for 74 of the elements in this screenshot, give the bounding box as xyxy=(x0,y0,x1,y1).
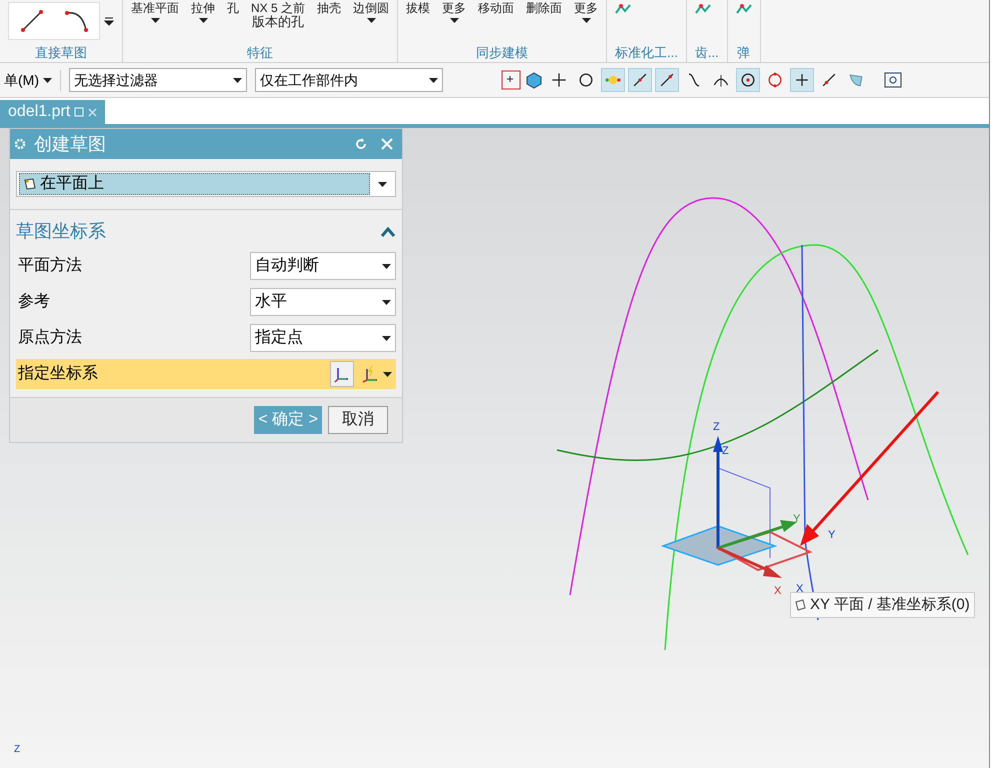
ribbon-button[interactable]: NX 5 之前 版本的孔 xyxy=(251,2,306,29)
dialog-title: 创建草图 xyxy=(34,132,107,156)
option-dropdown[interactable]: 自动判断 xyxy=(250,252,396,280)
view-icon[interactable] xyxy=(883,70,903,90)
axis-label: Y xyxy=(828,529,836,541)
overflow-menu-icon[interactable] xyxy=(104,16,114,26)
caret-icon xyxy=(429,78,438,82)
caret-icon xyxy=(382,300,391,304)
box-icon[interactable] xyxy=(524,70,544,90)
reset-icon[interactable] xyxy=(354,137,368,151)
axis-label: Y xyxy=(793,513,800,525)
plane-icon xyxy=(795,599,806,611)
type-dropdown[interactable]: 在平面上 xyxy=(16,171,396,197)
ribbon-button[interactable]: 删除面 xyxy=(526,2,562,15)
chevron-icon xyxy=(380,226,396,236)
ribbon-button[interactable]: 更多 xyxy=(442,2,466,23)
snap-button[interactable] xyxy=(790,68,814,92)
caret-icon xyxy=(150,18,160,23)
ribbon-button[interactable]: 边倒圆 xyxy=(353,2,390,23)
scope-dropdown[interactable]: 仅在工作部件内 xyxy=(255,68,443,92)
snap-button[interactable] xyxy=(736,68,760,92)
triad-label: Z xyxy=(14,744,20,755)
axes-icon xyxy=(333,365,351,383)
ribbon-group-label: 直接草图 xyxy=(34,45,88,61)
option-label: 平面方法 xyxy=(17,256,83,276)
section-header[interactable]: 草图坐标系 xyxy=(16,218,396,245)
ribbon-group-label: 齿... xyxy=(694,45,719,61)
caret-icon xyxy=(233,78,242,82)
axis-label: X xyxy=(774,585,782,597)
document-icon xyxy=(74,107,84,117)
ribbon-button[interactable]: 拉伸 xyxy=(191,2,215,23)
caret-icon xyxy=(43,78,52,82)
gear-icon xyxy=(14,138,26,150)
caret-icon xyxy=(366,18,376,23)
ribbon-group-label: 标准化工... xyxy=(615,45,678,61)
caret-icon xyxy=(378,182,387,186)
caret-icon xyxy=(582,18,591,23)
csys-dialog-button[interactable] xyxy=(330,361,354,387)
ribbon-button[interactable]: 抽壳 xyxy=(317,2,342,15)
arc-tool-icon[interactable] xyxy=(64,8,90,34)
ribbon-tool-icon[interactable] xyxy=(615,3,632,15)
option-label: 参考 xyxy=(17,292,51,312)
option-dropdown[interactable]: 水平 xyxy=(250,288,396,316)
axis-label: Z xyxy=(722,445,729,457)
ribbon-group-label: 弹 xyxy=(736,45,752,61)
axes-lightning-icon xyxy=(360,365,380,383)
option-dropdown[interactable]: 指定点 xyxy=(250,324,396,352)
tooltip-text: XY 平面 / 基准坐标系(0) xyxy=(810,594,970,615)
caret-icon xyxy=(382,264,391,268)
axis-label: X xyxy=(796,583,804,595)
sketch-plane-icon xyxy=(24,178,36,190)
x-axis-arrow xyxy=(717,546,782,578)
ribbon-button[interactable]: 更多 xyxy=(574,2,598,23)
line-tool-icon[interactable] xyxy=(18,8,44,34)
ribbon-tool-icon[interactable] xyxy=(736,3,752,15)
cancel-button[interactable]: 取消 xyxy=(328,406,388,434)
caret-icon xyxy=(383,372,392,376)
caret-icon xyxy=(450,18,459,23)
ribbon-tool-icon[interactable] xyxy=(694,3,711,15)
caret-icon xyxy=(198,18,208,23)
ribbon-button[interactable]: 基准平面 xyxy=(131,2,179,23)
ribbon-group-label: 同步建模 xyxy=(475,45,530,61)
ribbon-button[interactable]: 移动面 xyxy=(478,2,514,15)
snap-button[interactable] xyxy=(628,68,652,92)
option-label: 原点方法 xyxy=(17,328,83,348)
selection-filter-icon[interactable] xyxy=(501,70,521,90)
ribbon-button[interactable]: 拔模 xyxy=(406,2,430,15)
filter-dropdown[interactable]: 无选择过滤器 xyxy=(69,68,247,92)
ribbon-button[interactable]: 孔 xyxy=(227,2,239,15)
caret-icon xyxy=(382,336,391,340)
snap-button[interactable] xyxy=(655,68,679,92)
axis-label: Z xyxy=(713,421,720,433)
ribbon-group-label: 特征 xyxy=(246,45,274,61)
menu-button[interactable]: 单(M) xyxy=(4,70,61,90)
